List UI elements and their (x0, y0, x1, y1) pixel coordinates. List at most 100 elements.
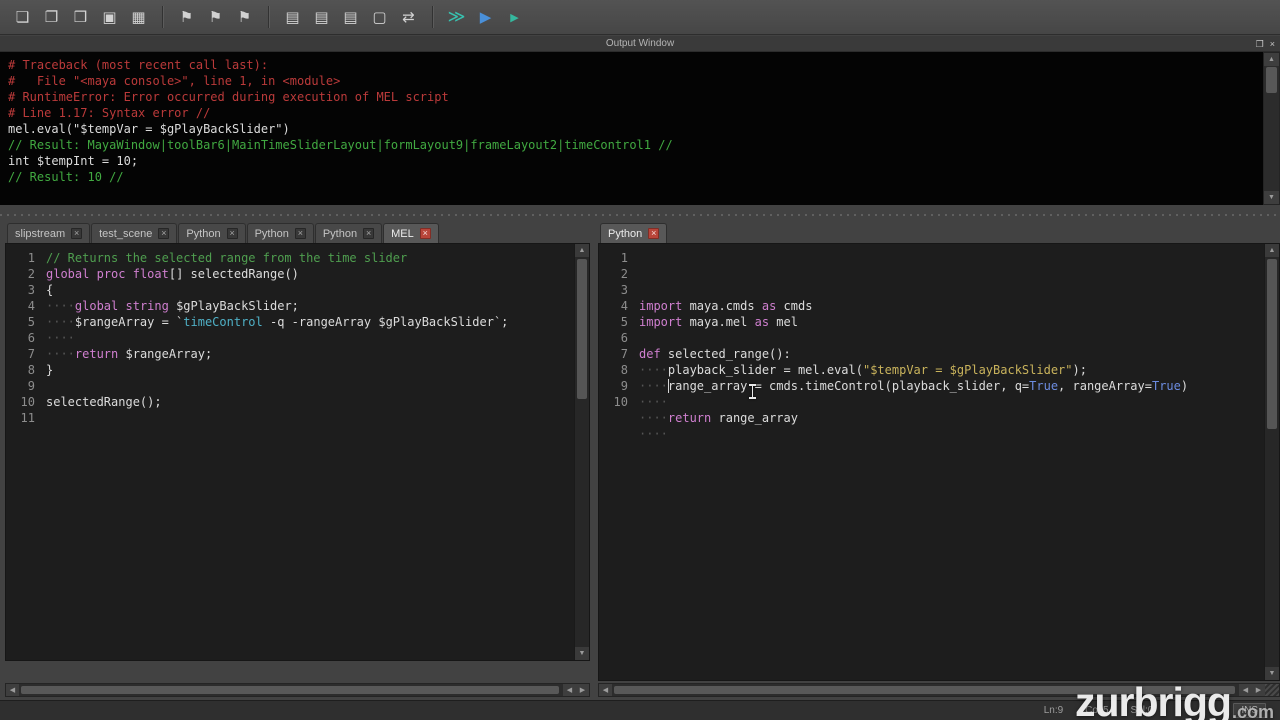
execute-all-button[interactable]: ≫ (443, 4, 470, 31)
tab-slipstream[interactable]: slipstream × (7, 223, 91, 243)
code-token: float (132, 267, 169, 281)
execute-button[interactable]: ▶ (472, 4, 499, 31)
new-script-button[interactable]: ❏ (9, 4, 36, 31)
line-number: 3 (27, 283, 35, 297)
show-input-button[interactable]: ▤ (308, 4, 335, 31)
scroll-down-icon[interactable]: ▼ (575, 647, 589, 660)
script-editor-window: ❏ ❐ ❒ ▣ ▦ ⚑ ⚑ ⚑ ▤ ▤ ▤ ▢ ⇄ ≫ ▶ ▶ Output Window ❐ × # Tra… (0, 0, 1280, 720)
marker-1-button[interactable]: ⚑ (173, 4, 200, 31)
toggle-wrap-button[interactable]: ⇄ (395, 4, 422, 31)
scrollbar-thumb[interactable] (614, 686, 1235, 694)
line-number: 4 (27, 299, 35, 313)
scrollbar-thumb[interactable] (1267, 259, 1277, 429)
scrollbar-track[interactable] (19, 684, 563, 696)
scrollbar-track[interactable] (575, 257, 589, 647)
scrollbar-thumb[interactable] (577, 259, 587, 399)
tab-close-icon[interactable]: × (226, 228, 238, 239)
scroll-right-icon[interactable]: ▶ (1252, 684, 1265, 696)
tab-mel[interactable]: MEL × (383, 223, 439, 243)
scroll-left-icon[interactable]: ◀ (1239, 684, 1252, 696)
scroll-down-icon[interactable]: ▼ (1265, 667, 1279, 680)
scroll-left-icon[interactable]: ◀ (6, 684, 19, 696)
code-line: ····global string $gPlayBackSlider; (46, 298, 574, 314)
left-editor-scrollbar[interactable]: ▲ ▼ (574, 244, 589, 660)
scrollbar-thumb[interactable] (21, 686, 559, 694)
tab-label: Python (322, 227, 358, 240)
left-code[interactable]: // Returns the selected range from the t… (40, 244, 574, 660)
scroll-up-icon[interactable]: ▲ (1265, 244, 1279, 257)
code-token: return (74, 347, 119, 361)
tab-python[interactable]: Python × (600, 223, 668, 243)
output-line: int $tempInt = 10; (8, 154, 139, 168)
save-script-button[interactable]: ▣ (96, 4, 123, 31)
code-line: ····$rangeArray = `timeControl -q -range… (46, 314, 574, 330)
resize-grip[interactable] (1265, 684, 1279, 696)
tab-close-icon[interactable]: × (419, 228, 431, 239)
tab-label: Python (608, 227, 643, 240)
tab-python[interactable]: Python × (178, 223, 246, 243)
marker-2-button[interactable]: ⚑ (202, 4, 229, 31)
code-line: { (46, 282, 574, 298)
scroll-right-icon[interactable]: ▶ (576, 684, 589, 696)
code-token: $rangeArray; (118, 347, 213, 361)
pane-splitter[interactable] (0, 212, 1280, 217)
play-icon: ▶ (510, 10, 519, 24)
ibeam-cursor-icon (748, 384, 757, 399)
output-window-titlebar[interactable]: Output Window ❐ × (0, 36, 1280, 52)
right-tab-bar: Python × (598, 222, 1280, 243)
code-token: $rangeArray = ` (74, 315, 184, 329)
show-history-button[interactable]: ▤ (279, 4, 306, 31)
scroll-left-icon[interactable]: ◀ (599, 684, 612, 696)
scroll-left-icon[interactable]: ◀ (563, 684, 576, 696)
tab-close-icon[interactable]: × (363, 228, 375, 239)
output-log[interactable]: # Traceback (most recent call last): # Fi… (0, 52, 1263, 205)
tab-close-icon[interactable]: × (294, 228, 306, 239)
scrollbar-track[interactable] (1265, 257, 1279, 667)
scroll-up-icon[interactable]: ▲ (575, 244, 589, 257)
output-line: // Result: 10 // (8, 170, 124, 184)
right-editor-scrollbar[interactable]: ▲ ▼ (1264, 244, 1279, 680)
right-editor-hscrollbar[interactable]: ◀ ◀ ▶ (598, 683, 1280, 697)
left-editor-hscrollbar[interactable]: ◀ ◀ ▶ (5, 683, 590, 697)
output-scrollbar[interactable]: ▲ ▼ (1263, 52, 1280, 205)
scrollbar-track[interactable] (1264, 66, 1279, 191)
toolbar-separator (432, 6, 433, 28)
tab-close-icon[interactable]: × (158, 228, 170, 239)
scrollbar-track[interactable] (612, 684, 1239, 696)
command-box-button[interactable]: ▢ (366, 4, 393, 31)
line-number: 2 (27, 267, 35, 281)
open-script-button[interactable]: ❐ (38, 4, 65, 31)
float-window-icon[interactable]: ❐ (1256, 39, 1264, 50)
line-number: 3 (620, 283, 628, 297)
code-token: ) (1180, 379, 1189, 393)
marker-3-button[interactable]: ⚑ (231, 4, 258, 31)
left-tab-bar: slipstream × test_scene × Python × Python × Pyth… (5, 222, 590, 243)
line-number: 4 (620, 299, 628, 313)
save-script-as-button[interactable]: ▦ (125, 4, 152, 31)
scroll-up-icon[interactable]: ▲ (1264, 53, 1279, 66)
tab-close-icon[interactable]: × (648, 228, 660, 239)
scroll-down-icon[interactable]: ▼ (1264, 191, 1279, 204)
show-all-button[interactable]: ▤ (337, 4, 364, 31)
line-number: 1 (620, 251, 628, 265)
tab-python[interactable]: Python × (314, 223, 383, 243)
code-token: ···· (639, 363, 668, 377)
execute-selected-button[interactable]: ▶ (501, 4, 528, 31)
scrollbar-thumb[interactable] (1266, 67, 1277, 93)
tab-label: test_scene (99, 227, 153, 240)
status-bar: Ln:9 Col:5 Sel:0 INS (0, 700, 1280, 720)
right-gutter: 1 2 3 4 5 6 7 8 9 10 (599, 244, 633, 680)
code-token: True (1151, 379, 1181, 393)
import-script-button[interactable]: ❒ (67, 4, 94, 31)
tab-python[interactable]: Python × (246, 223, 314, 243)
swap-arrows-icon: ⇄ (402, 7, 415, 26)
code-token: ); (1072, 363, 1087, 377)
code-token: string (125, 299, 169, 313)
line-number: 5 (620, 315, 628, 329)
line-number: 11 (20, 411, 35, 425)
close-icon[interactable]: × (1270, 39, 1275, 49)
tab-test-scene[interactable]: test_scene × (91, 223, 178, 243)
tab-close-icon[interactable]: × (71, 228, 83, 239)
open-folder-icon: ❐ (44, 7, 59, 26)
right-code[interactable]: import maya.cmds as cmds import maya.mel … (633, 244, 1264, 680)
